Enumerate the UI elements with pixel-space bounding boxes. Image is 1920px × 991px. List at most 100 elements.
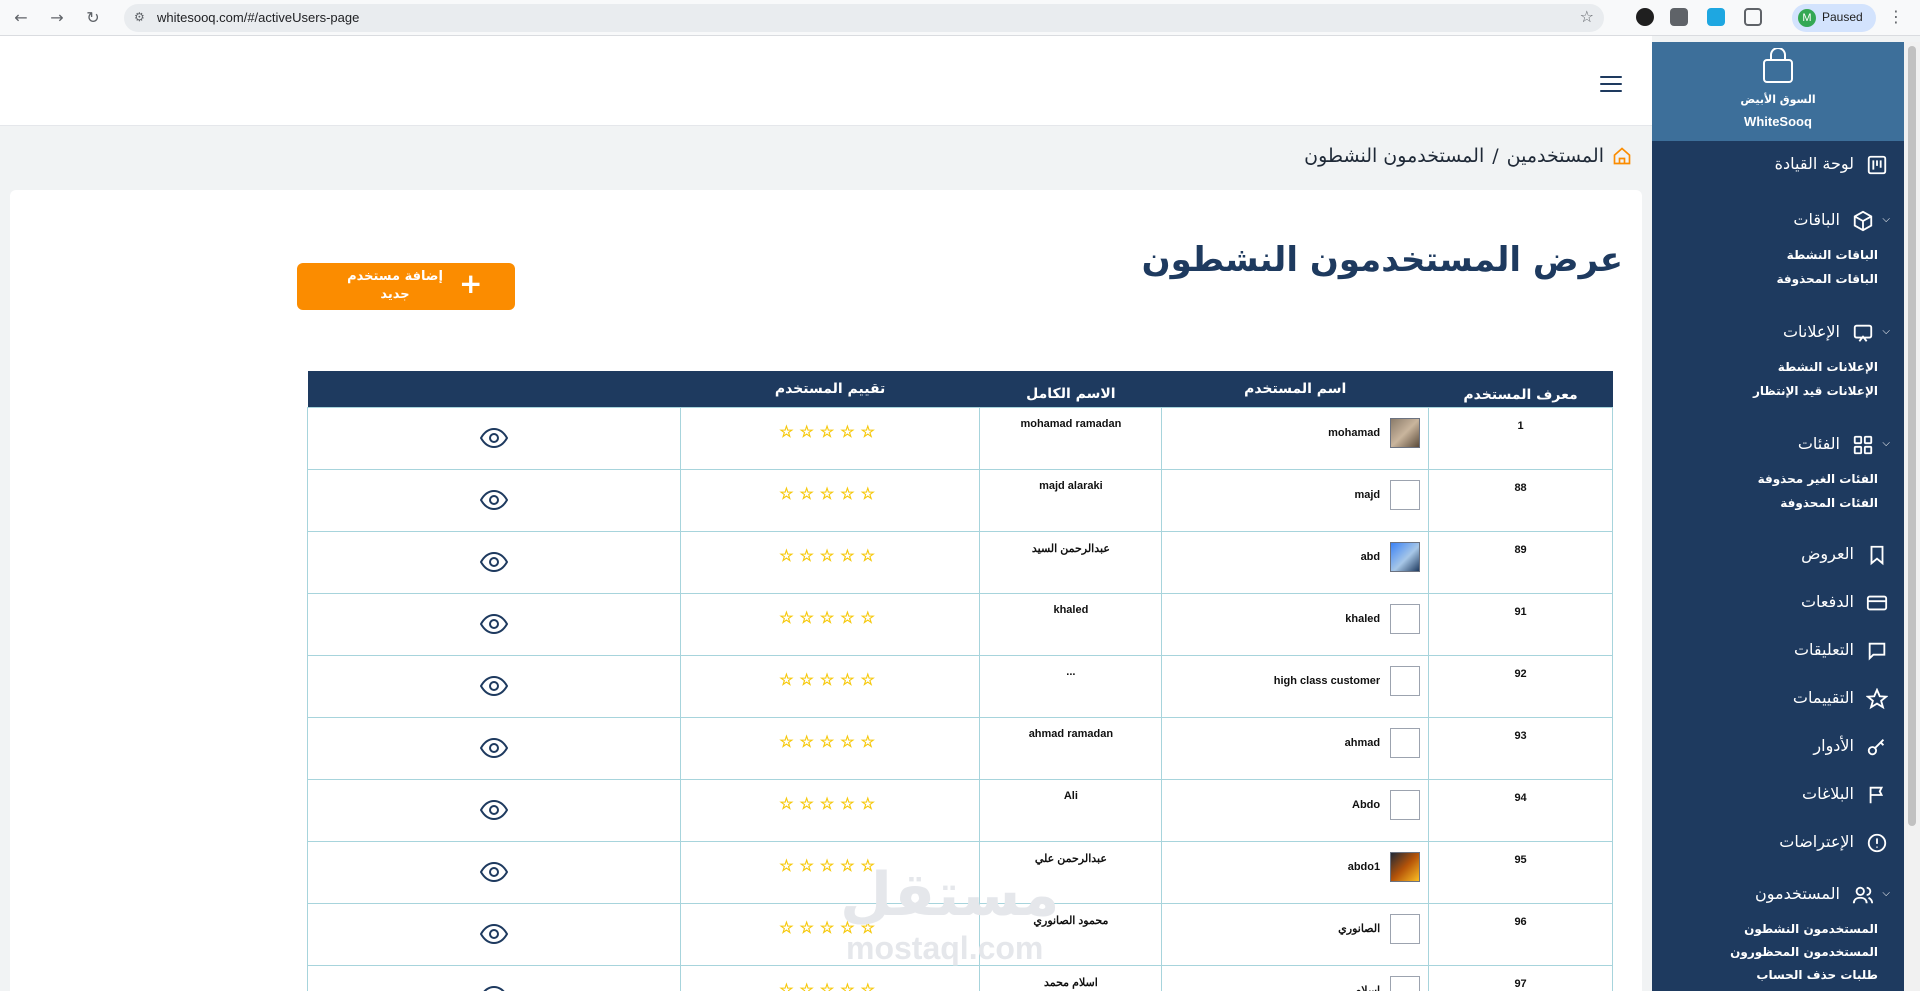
eye-icon[interactable] [479, 675, 508, 696]
header-username: اسم المستخدم [1161, 371, 1429, 407]
hamburger-menu-icon[interactable] [1600, 76, 1622, 92]
scrollbar-thumb[interactable] [1908, 46, 1916, 826]
cell-user-id: 1 [1428, 406, 1613, 470]
sidebar-item-ratings[interactable]: التقييمات [1652, 686, 1904, 714]
eye-icon[interactable] [480, 985, 508, 991]
cell-user-id: 95 [1428, 840, 1613, 904]
username-text: ahmad [1344, 736, 1381, 749]
sidebar-item-dashboard[interactable]: لوحة القيادة [1652, 152, 1904, 180]
package-icon [1853, 210, 1873, 232]
cell-actions [307, 592, 681, 656]
sidebar-item-payments[interactable]: الدفعات [1652, 590, 1904, 618]
eye-icon[interactable] [479, 489, 508, 510]
devtools-extension-icon[interactable] [1670, 8, 1688, 26]
cell-rating: ☆☆☆☆☆ [679, 716, 981, 780]
breadcrumb: المستخدمين / المستخدمون النشطون [1304, 145, 1632, 167]
table-row: 91 khaled khaled ☆☆☆☆☆ [307, 592, 1613, 656]
sidebar-item-ads[interactable]: ⌵ الإعلانات [1652, 320, 1904, 348]
bookmark-star-icon[interactable]: ☆ [1580, 7, 1594, 26]
forward-icon[interactable]: → [46, 7, 68, 29]
cell-fullname: mohamad ramadan [979, 406, 1163, 470]
sidebar-item-comments[interactable]: التعليقات [1652, 638, 1904, 666]
sidebar-subitem-users-banned[interactable]: المستخدمون المحظورون [1730, 945, 1878, 959]
sidebar-subitem-categories-not-deleted[interactable]: الفئات الغير محذوفة [1758, 472, 1878, 486]
cell-rating: ☆☆☆☆☆ [679, 778, 981, 842]
cell-rating: ☆☆☆☆☆ [679, 406, 981, 470]
sidebar-subitem-ads-active[interactable]: الإعلانات النشطة [1778, 360, 1878, 374]
sidebar-item-label: لوحة القيادة [1774, 154, 1854, 173]
username-text: mohamad [1328, 426, 1381, 439]
address-bar[interactable]: ⚙ whitesooq.com/#/activeUsers-page ☆ [124, 4, 1604, 32]
rating-stars: ☆☆☆☆☆ [779, 423, 881, 441]
username-text: اسلام [1354, 985, 1381, 991]
cell-actions [307, 964, 681, 991]
sidebar-item-packages[interactable]: ⌵ الباقات [1652, 208, 1904, 236]
cell-fullname: ahmad ramadan [979, 716, 1163, 780]
header-actions [307, 371, 681, 407]
sidebar-subitem-ads-pending[interactable]: الإعلانات قيد الإنتظار [1753, 384, 1878, 398]
cell-actions [307, 840, 681, 904]
profile-chip[interactable]: M Paused [1792, 4, 1876, 32]
sidebar-subitem-users-active[interactable]: المستخدمون النشطون [1744, 922, 1878, 936]
eye-icon[interactable] [479, 737, 508, 758]
cell-username: Abdo [1161, 778, 1430, 842]
cell-user-id: 89 [1428, 530, 1613, 594]
extension-blue-icon[interactable] [1707, 8, 1725, 26]
avatar [1390, 417, 1421, 448]
sidebar-subitem-categories-deleted[interactable]: الفئات المحذوفة [1780, 496, 1878, 510]
eye-icon[interactable] [479, 551, 508, 572]
logo[interactable]: السوق الأبيض WhiteSooq [1652, 42, 1904, 141]
sidebar-item-label: الأدوار [1813, 736, 1854, 755]
avatar [1390, 603, 1421, 634]
eye-icon[interactable] [479, 923, 508, 944]
sidebar-item-reports[interactable]: البلاغات [1652, 782, 1904, 810]
page-scrollbar[interactable] [1904, 42, 1920, 991]
chevron-down-icon: ⌵ [1882, 438, 1890, 449]
sidebar-item-objections[interactable]: الإعتراضات [1652, 830, 1904, 858]
eye-icon[interactable] [479, 427, 508, 448]
sidebar: السوق الأبيض WhiteSooq لوحة القيادة ⌵ ال… [1652, 42, 1904, 991]
cell-actions [307, 654, 681, 718]
header-user-id: معرف المستخدم [1428, 371, 1613, 407]
avatar [1390, 975, 1421, 991]
cell-username: abdo1 [1161, 840, 1430, 904]
sidebar-item-roles[interactable]: الأدوار [1652, 734, 1904, 762]
username-text: khaled [1345, 612, 1381, 625]
home-icon[interactable] [1612, 146, 1632, 166]
cell-fullname: Ali [979, 778, 1163, 842]
reload-icon[interactable]: ↻ [82, 7, 104, 29]
sidebar-item-users[interactable]: ⌵ المستخدمون [1652, 882, 1904, 910]
sidebar-item-offers[interactable]: العروض [1652, 542, 1904, 570]
header-rating: تقييم المستخدم [680, 371, 980, 407]
logo-text-en: WhiteSooq [1744, 114, 1812, 129]
chevron-down-icon: ⌵ [1882, 326, 1890, 337]
browser-menu-icon[interactable]: ⋮ [1888, 7, 1904, 26]
add-user-button[interactable]: + إضافة مستخدم جديد [297, 263, 515, 310]
cell-rating: ☆☆☆☆☆ [679, 468, 981, 532]
sidebar-subitem-packages-deleted[interactable]: الباقات المحذوفة [1777, 272, 1878, 286]
sidebar-subitem-users-delete-requests[interactable]: طلبات حذف الحساب [1756, 968, 1878, 982]
eye-icon[interactable] [479, 613, 508, 634]
rating-stars: ☆☆☆☆☆ [779, 485, 881, 503]
back-icon[interactable]: ← [10, 7, 32, 29]
cell-user-id: 96 [1428, 902, 1613, 966]
eye-icon[interactable] [479, 861, 508, 882]
eye-icon[interactable] [479, 799, 508, 820]
cell-fullname: majd alaraki [979, 468, 1163, 532]
sidebar-item-label: الدفعات [1800, 592, 1854, 611]
extensions-puzzle-icon[interactable] [1744, 8, 1762, 26]
cell-username: ahmad [1161, 716, 1430, 780]
breadcrumb-parent[interactable]: المستخدمين [1507, 145, 1604, 167]
site-settings-icon[interactable]: ⚙ [134, 10, 145, 24]
users-icon [1852, 886, 1874, 904]
extension-icon[interactable] [1636, 8, 1654, 26]
comment-icon [1868, 642, 1886, 661]
breadcrumb-current: المستخدمون النشطون [1304, 145, 1485, 167]
avatar [1390, 913, 1421, 944]
cell-actions [307, 778, 681, 842]
username-text: high class customer [1273, 674, 1381, 687]
sidebar-item-categories[interactable]: ⌵ الفئات [1652, 432, 1904, 460]
watermark-ar: مستقل [840, 860, 1060, 930]
ads-icon [1853, 324, 1873, 342]
sidebar-subitem-packages-active[interactable]: الباقات النشطة [1787, 248, 1878, 262]
